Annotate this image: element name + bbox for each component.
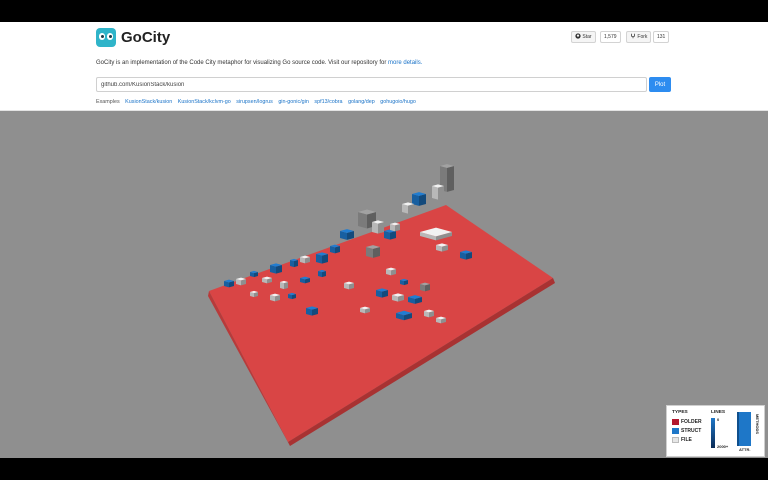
example-link[interactable]: KusionStack/kclvm-go <box>178 99 231 105</box>
fork-icon <box>631 33 635 39</box>
building-sample-icon <box>737 412 751 446</box>
legend-types-title: TYPES <box>672 410 688 415</box>
legend-lines-title: LINES <box>711 410 726 415</box>
description: GoCity is an implementation of the Code … <box>96 60 422 66</box>
github-fork-button[interactable]: Fork <box>626 31 652 43</box>
building-side <box>402 204 408 214</box>
attr-label: ATTR. <box>739 447 751 452</box>
gocity-logo-icon <box>96 28 116 47</box>
lines-max-label: 2000+ <box>717 444 729 449</box>
file-swatch <box>672 437 679 443</box>
star-label: Star <box>582 34 592 40</box>
example-link[interactable]: spf13/cobra <box>314 99 342 105</box>
legend-folder-label: FOLDER <box>681 419 702 425</box>
example-link[interactable]: gohugoio/hugo <box>380 99 416 105</box>
building-side <box>373 247 380 258</box>
lines-gradient-bar <box>711 418 715 448</box>
star-count[interactable]: 1,579 <box>600 31 621 43</box>
building-side <box>284 282 288 290</box>
example-link[interactable]: golang/dep <box>348 99 375 105</box>
building-side <box>447 166 454 192</box>
building-side <box>290 260 294 268</box>
building-side <box>366 247 373 258</box>
bottom-bar <box>0 458 768 480</box>
building-side <box>432 186 438 200</box>
building-side <box>408 204 414 214</box>
app-frame: GoCity Star 1,579 Fork 131 GoCity is an … <box>0 0 768 480</box>
fork-label: Fork <box>637 34 648 40</box>
building-side <box>438 186 444 200</box>
repository-input[interactable] <box>96 77 647 92</box>
examples-label: Examples <box>96 99 120 105</box>
methods-label: METHODS <box>755 414 760 434</box>
legend-file-label: FILE <box>681 437 692 443</box>
building-side <box>372 222 378 234</box>
lines-min-label: 0 <box>717 417 720 422</box>
examples-list: Examples KusionStack/kusion KusionStack/… <box>96 99 416 105</box>
building-side <box>378 222 384 234</box>
building-side <box>280 282 284 290</box>
example-link[interactable]: gin-gonic/gin <box>278 99 309 105</box>
more-details-link[interactable]: more details. <box>388 60 422 66</box>
folder-swatch <box>672 419 679 425</box>
legend-panel: TYPES FOLDER STRUCT FILE LINES 0 2000+ A… <box>666 405 765 457</box>
example-link[interactable]: sirupsen/logrus <box>236 99 273 105</box>
building-side <box>316 254 322 264</box>
github-star-button[interactable]: Star <box>571 31 596 43</box>
struct-swatch <box>672 428 679 434</box>
example-link[interactable]: KusionStack/kusion <box>125 99 172 105</box>
building-side <box>358 212 367 229</box>
city-canvas[interactable] <box>0 111 768 458</box>
building-side <box>419 194 426 206</box>
brand-title: GoCity <box>121 29 171 46</box>
plot-button[interactable]: Plot <box>649 77 671 92</box>
page-header: GoCity Star 1,579 Fork 131 GoCity is an … <box>0 22 768 111</box>
github-icon <box>575 33 581 39</box>
logo-eye-left-icon <box>99 33 105 40</box>
building-side <box>294 260 298 268</box>
code-city-visualization[interactable] <box>0 111 768 458</box>
building-side <box>322 254 328 264</box>
city-ground-top <box>209 205 553 442</box>
top-bar <box>0 0 768 22</box>
fork-count[interactable]: 131 <box>653 31 670 43</box>
logo-eye-right-icon <box>107 33 113 40</box>
description-text: GoCity is an implementation of the Code … <box>96 60 387 66</box>
legend-struct-label: STRUCT <box>681 428 702 434</box>
